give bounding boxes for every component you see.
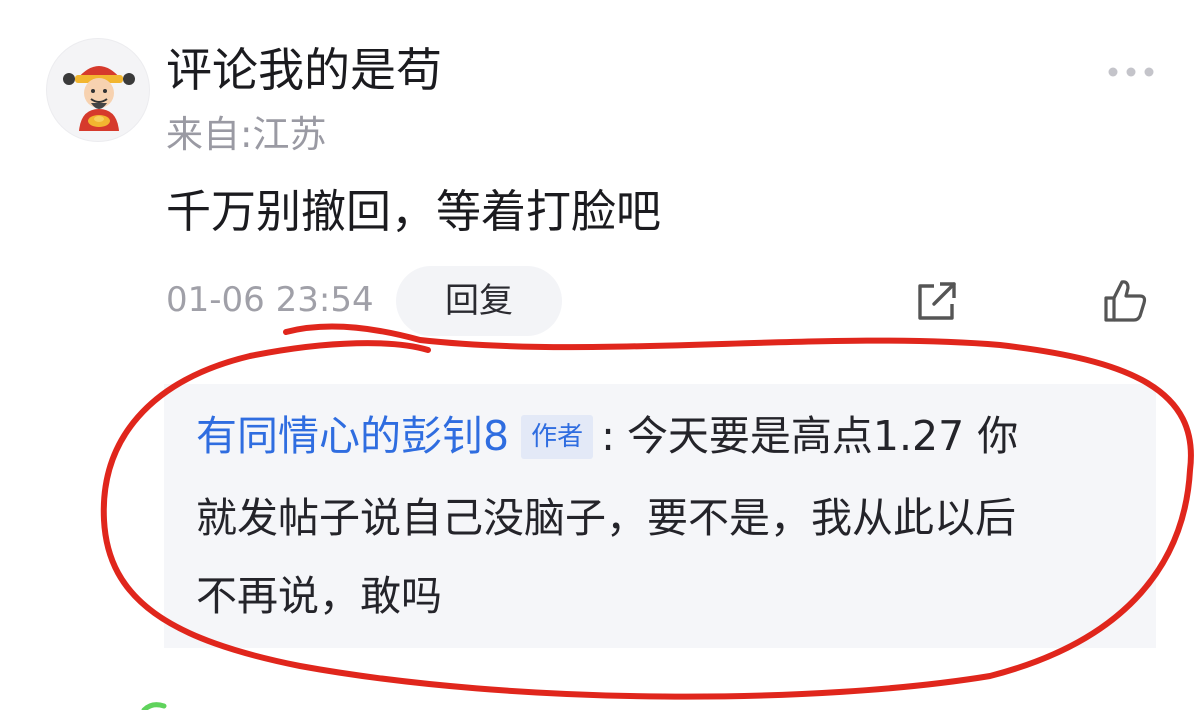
- thumbs-up-icon[interactable]: [1100, 276, 1150, 326]
- reply-text-line-1: 今天要是高点1.27 你: [626, 412, 1019, 460]
- reply-text-line-3: 不再说，敢吗: [196, 572, 442, 620]
- reply-button[interactable]: 回复: [396, 266, 562, 336]
- avatar[interactable]: [46, 38, 150, 142]
- comment-timestamp: 01-06 23:54: [166, 280, 374, 320]
- sub-reply-line-1: 有同情心的彭钊8 作者: 今天要是高点1.27 你: [196, 406, 1018, 466]
- username[interactable]: 评论我的是苟: [166, 38, 442, 102]
- more-icon[interactable]: [1106, 60, 1156, 84]
- reply-separator: :: [601, 412, 615, 460]
- reply-text-line-2: 就发帖子说自己没脑子，要不是，我从此以后: [196, 494, 1016, 542]
- reply-author-link[interactable]: 有同情心的彭钊8: [196, 412, 509, 460]
- caishen-avatar-icon: [63, 66, 135, 131]
- share-icon[interactable]: [912, 278, 960, 326]
- comment-page: 评论我的是苟 来自:江苏 千万别撤回，等着打脸吧 01-06 23:54 回复 …: [0, 0, 1195, 710]
- comment-text: 千万别撤回，等着打脸吧: [166, 185, 662, 238]
- location-label: 来自:江苏: [166, 113, 327, 156]
- green-stroke-mark: [141, 702, 167, 710]
- author-badge: 作者: [521, 415, 594, 459]
